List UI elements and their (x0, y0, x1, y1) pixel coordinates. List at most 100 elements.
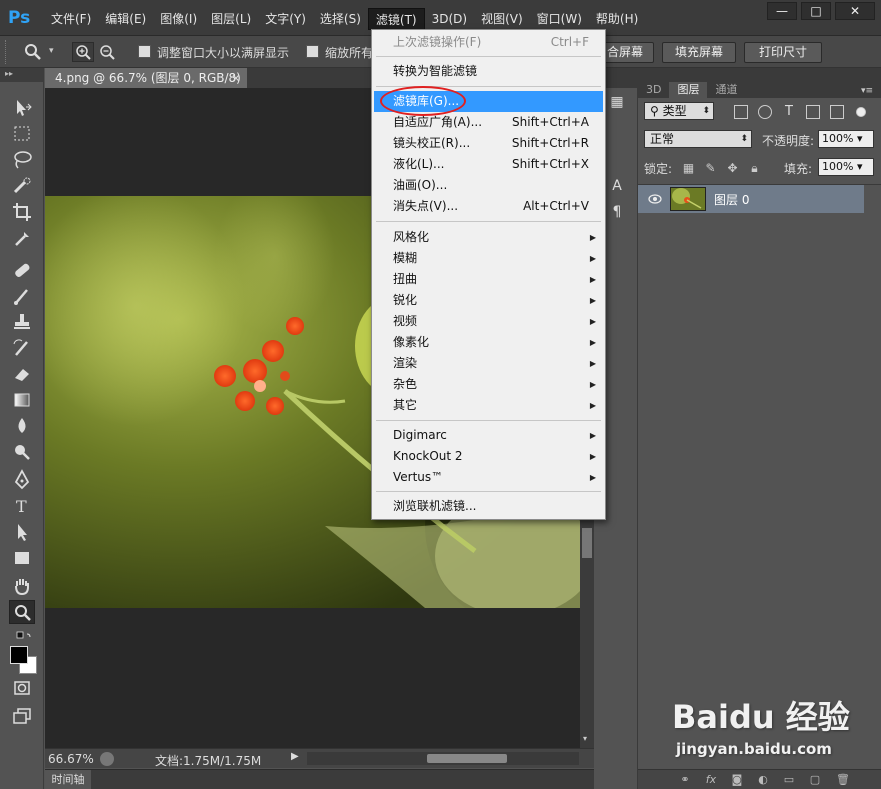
menu-item-video[interactable]: 视频 ▶ (374, 311, 603, 332)
menu-item-convert-smart-filter[interactable]: 转换为智能滤镜 (374, 61, 603, 82)
blur-tool-icon[interactable] (9, 414, 35, 438)
character-panel-icon[interactable]: A (609, 178, 625, 194)
options-grip[interactable] (5, 40, 9, 64)
opacity-input[interactable]: 100% ▾ (818, 130, 874, 148)
dodge-tool-icon[interactable] (9, 440, 35, 464)
foreground-color-swatch[interactable] (10, 646, 28, 664)
layer-row[interactable]: 图层 0 (638, 185, 864, 213)
close-button[interactable]: ✕ (835, 2, 875, 20)
menu-item-other[interactable]: 其它 ▶ (374, 395, 603, 416)
pixel-filter-icon[interactable] (734, 105, 748, 119)
lock-transparent-icon[interactable]: ▦ (682, 162, 695, 175)
layer-name[interactable]: 图层 0 (714, 191, 749, 208)
type-filter-icon[interactable]: T (782, 105, 796, 119)
menu-edit[interactable]: 编辑(E) (98, 8, 153, 30)
status-info-icon[interactable] (100, 752, 114, 766)
marquee-tool-icon[interactable] (9, 122, 35, 146)
link-layers-icon[interactable]: ⚭ (678, 774, 692, 786)
zoom-level[interactable]: 66.67% (48, 752, 94, 766)
lasso-tool-icon[interactable] (9, 148, 35, 172)
lock-all-icon[interactable]: 🔒︎ (748, 162, 761, 175)
smart-object-filter-icon[interactable] (830, 105, 844, 119)
paragraph-panel-icon[interactable]: ¶ (609, 204, 625, 220)
tab-layers[interactable]: 图层 (669, 82, 708, 98)
chevron-down-icon[interactable]: ▾ (49, 46, 54, 56)
menu-item-oil-paint[interactable]: 油画(O)... (374, 175, 603, 196)
zoom-in-button[interactable] (72, 42, 94, 62)
move-tool-icon[interactable] (9, 96, 35, 120)
menu-type[interactable]: 文字(Y) (258, 8, 313, 30)
history-brush-tool-icon[interactable] (9, 336, 35, 360)
lock-position-icon[interactable]: ✥ (726, 162, 739, 175)
filter-toggle-icon[interactable] (856, 107, 866, 117)
menu-item-browse-filters-online[interactable]: 浏览联机滤镜... (374, 496, 603, 517)
zoom-tool-icon[interactable] (9, 600, 35, 624)
menu-layer[interactable]: 图层(L) (204, 8, 258, 30)
eraser-tool-icon[interactable] (9, 362, 35, 386)
status-menu-arrow-icon[interactable]: ▶ (291, 751, 299, 762)
quick-mask-icon[interactable] (9, 676, 35, 700)
menu-select[interactable]: 选择(S) (313, 8, 368, 30)
menu-item-vanishing-point[interactable]: 消失点(V)... Alt+Ctrl+V (374, 196, 603, 217)
close-icon[interactable]: × (231, 68, 241, 88)
brush-tool-icon[interactable] (9, 284, 35, 308)
adjustment-filter-icon[interactable] (758, 105, 772, 119)
type-tool-icon[interactable]: T (9, 494, 35, 518)
menu-view[interactable]: 视图(V) (474, 8, 530, 30)
color-swatches[interactable] (9, 642, 37, 676)
gradient-tool-icon[interactable] (9, 388, 35, 412)
new-layer-icon[interactable]: ▢ (808, 774, 822, 786)
menu-item-stylize[interactable]: 风格化 ▶ (374, 227, 603, 248)
zoom-out-button[interactable] (96, 42, 118, 62)
adjustment-layer-icon[interactable]: ◐ (756, 774, 770, 786)
tab-3d[interactable]: 3D (638, 82, 669, 98)
fill-input[interactable]: 100% ▾ (818, 158, 874, 176)
clone-stamp-tool-icon[interactable] (9, 310, 35, 334)
menu-3d[interactable]: 3D(D) (425, 8, 474, 30)
menu-item-lens-correction[interactable]: 镜头校正(R)... Shift+Ctrl+R (374, 133, 603, 154)
horizontal-scroll-thumb[interactable] (427, 754, 507, 763)
path-selection-tool-icon[interactable] (9, 520, 35, 544)
new-group-icon[interactable]: ▭ (782, 774, 796, 786)
menu-item-knockout[interactable]: KnockOut 2 ▶ (374, 446, 603, 467)
maximize-button[interactable]: □ (801, 2, 831, 20)
rectangle-tool-icon[interactable] (9, 546, 35, 570)
hand-tool-icon[interactable] (9, 574, 35, 598)
menu-item-pixelate[interactable]: 像素化 ▶ (374, 332, 603, 353)
tab-channels[interactable]: 通道 (707, 82, 745, 98)
eye-icon[interactable] (648, 193, 662, 205)
lock-pixels-icon[interactable]: ✎ (704, 162, 717, 175)
timeline-tab[interactable]: 时间轴 (45, 770, 91, 789)
fx-icon[interactable]: fx (704, 774, 718, 786)
minimize-button[interactable]: — (767, 2, 797, 20)
zoom-tool-preset-icon[interactable] (24, 43, 42, 61)
panel-dock-header[interactable] (638, 68, 881, 82)
menu-file[interactable]: 文件(F) (44, 8, 98, 30)
tools-panel-collapse[interactable]: ▸▸ (0, 68, 43, 82)
blend-mode-select[interactable]: 正常 ⬍ (644, 130, 752, 148)
horizontal-scrollbar[interactable] (307, 752, 579, 765)
menu-item-render[interactable]: 渲染 ▶ (374, 353, 603, 374)
quick-select-tool-icon[interactable] (9, 174, 35, 198)
healing-brush-tool-icon[interactable] (9, 258, 35, 282)
grid-panel-icon[interactable]: ▦ (609, 94, 625, 110)
menu-item-distort[interactable]: 扭曲 ▶ (374, 269, 603, 290)
fill-screen-button[interactable]: 填充屏幕 (662, 42, 736, 63)
menu-filter[interactable]: 滤镜(T) (367, 8, 425, 30)
trash-icon[interactable]: 🗑︎ (836, 774, 850, 786)
menu-item-digimarc[interactable]: Digimarc ▶ (374, 425, 603, 446)
menu-help[interactable]: 帮助(H) (589, 8, 645, 30)
menu-image[interactable]: 图像(I) (153, 8, 204, 30)
menu-item-noise[interactable]: 杂色 ▶ (374, 374, 603, 395)
menu-item-vertus[interactable]: Vertus™ ▶ (374, 467, 603, 488)
zoom-all-checkbox[interactable] (306, 45, 319, 58)
layer-filter-select[interactable]: ⚲ 类型 ⬍ (644, 102, 714, 120)
menu-item-liquify[interactable]: 液化(L)... Shift+Ctrl+X (374, 154, 603, 175)
shape-filter-icon[interactable] (806, 105, 820, 119)
vertical-scroll-thumb[interactable] (582, 528, 592, 558)
default-colors-icon[interactable] (9, 626, 35, 642)
print-size-button[interactable]: 打印尺寸 (744, 42, 822, 63)
add-mask-icon[interactable]: ◙ (730, 774, 744, 786)
pen-tool-icon[interactable] (9, 468, 35, 492)
document-tab[interactable]: 4.png @ 66.7% (图层 0, RGB/8) × (45, 68, 247, 88)
